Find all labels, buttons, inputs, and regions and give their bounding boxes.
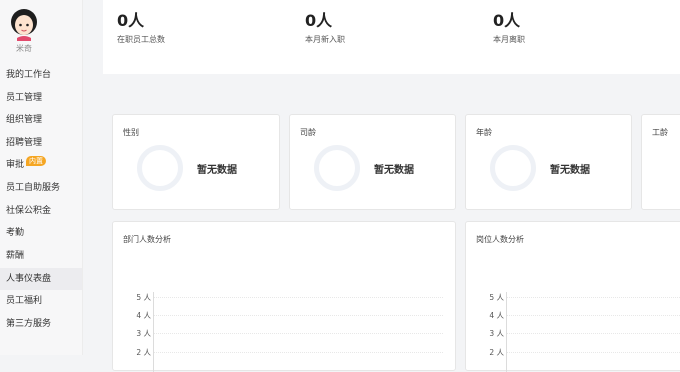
chart-title: 部门人数分析	[123, 235, 171, 244]
sidebar-item-label: 招聘管理	[6, 138, 43, 148]
card-title: 性别	[123, 128, 139, 137]
sidebar-item-employee-management[interactable]: 员工管理	[0, 87, 82, 109]
no-data-text: 暂无数据	[197, 165, 237, 176]
sidebar-item-workbench[interactable]: 我的工作台	[0, 64, 82, 86]
tenure-card: 司龄 暂无数据	[289, 114, 456, 210]
builtin-badge: 内置	[26, 156, 47, 166]
position-headcount-chart: 岗位人数分析 5 人 4 人 3 人 2 人	[465, 221, 680, 372]
sidebar-item-label: 员工自助服务	[6, 183, 61, 193]
gridline	[153, 352, 443, 353]
y-axis	[153, 292, 154, 372]
sidebar-item-label: 我的工作台	[6, 70, 52, 80]
y-tick-label: 4 人	[489, 311, 504, 320]
stat-value: 0人	[117, 11, 145, 30]
sidebar-item-employee-benefits[interactable]: 员工福利	[0, 290, 82, 312]
empty-donut-chart	[490, 145, 536, 191]
y-tick-label: 2 人	[136, 348, 151, 357]
stat-new-hires: 0人 本月新入职	[305, 10, 345, 45]
gridline	[506, 352, 680, 353]
main-content: 0人 在职员工总数 0人 本月新入职 0人 本月离职 性别 暂无数据 司龄 暂无…	[83, 0, 680, 372]
sidebar-item-label: 员工管理	[6, 93, 43, 103]
sidebar-item-label: 人事仪表盘	[6, 274, 52, 284]
gridline	[506, 297, 680, 298]
sidebar-item-hr-dashboard[interactable]: 人事仪表盘	[0, 268, 82, 290]
sidebar-item-label: 考勤	[6, 228, 25, 238]
stat-label: 本月离职	[493, 35, 525, 44]
stat-label: 本月新入职	[305, 35, 345, 44]
gridline	[506, 333, 680, 334]
y-tick-label: 3 人	[489, 329, 504, 338]
chart-title: 岗位人数分析	[476, 235, 524, 244]
stat-total-employees: 0人 在职员工总数	[117, 10, 165, 45]
sidebar-item-third-party-services[interactable]: 第三方服务	[0, 313, 82, 335]
y-tick-label: 5 人	[136, 293, 151, 302]
sidebar-item-attendance[interactable]: 考勤	[0, 222, 82, 244]
sidebar-item-label: 审批	[6, 160, 25, 170]
gridline	[153, 315, 443, 316]
y-tick-label: 3 人	[136, 329, 151, 338]
sidebar-item-organization-management[interactable]: 组织管理	[0, 109, 82, 131]
sidebar-item-social-security[interactable]: 社保公积金	[0, 200, 82, 222]
stat-departures: 0人 本月离职	[493, 10, 525, 45]
no-data-text: 暂无数据	[374, 165, 414, 176]
card-title: 年龄	[476, 128, 492, 137]
user-name: 米奇	[16, 44, 32, 53]
stat-label: 在职员工总数	[117, 35, 165, 44]
stat-value: 0人	[493, 11, 521, 30]
y-tick-label: 4 人	[136, 311, 151, 320]
y-tick-label: 2 人	[489, 348, 504, 357]
department-headcount-chart: 部门人数分析 5 人 4 人 3 人 2 人	[112, 221, 456, 372]
gridline	[506, 315, 680, 316]
work-experience-card: 工龄	[641, 114, 680, 210]
no-data-text: 暂无数据	[550, 165, 590, 176]
stat-value: 0人	[305, 11, 333, 30]
age-card: 年龄 暂无数据	[465, 114, 632, 210]
y-tick-label: 5 人	[489, 293, 504, 302]
sidebar: 米奇 我的工作台 员工管理 组织管理 招聘管理 审批 内置 员工自助服务 社保公积…	[0, 0, 83, 355]
sidebar-item-label: 员工福利	[6, 296, 43, 306]
sidebar-item-payroll[interactable]: 薪酬	[0, 245, 82, 267]
user-avatar[interactable]	[8, 5, 40, 41]
sidebar-item-employee-self-service[interactable]: 员工自助服务	[0, 177, 82, 199]
gridline	[153, 333, 443, 334]
empty-donut-chart	[137, 145, 183, 191]
sidebar-item-label: 薪酬	[6, 251, 25, 261]
card-title: 工龄	[652, 128, 668, 137]
stats-panel: 0人 在职员工总数 0人 本月新入职 0人 本月离职	[103, 0, 680, 74]
y-axis	[506, 292, 507, 372]
sidebar-item-label: 第三方服务	[6, 319, 52, 329]
empty-donut-chart	[314, 145, 360, 191]
sidebar-item-label: 组织管理	[6, 115, 43, 125]
sidebar-item-approval[interactable]: 审批 内置	[0, 154, 82, 176]
card-title: 司龄	[300, 128, 316, 137]
sidebar-item-recruitment[interactable]: 招聘管理	[0, 132, 82, 154]
gridline	[153, 297, 443, 298]
gender-card: 性别 暂无数据	[112, 114, 280, 210]
sidebar-item-label: 社保公积金	[6, 206, 52, 216]
